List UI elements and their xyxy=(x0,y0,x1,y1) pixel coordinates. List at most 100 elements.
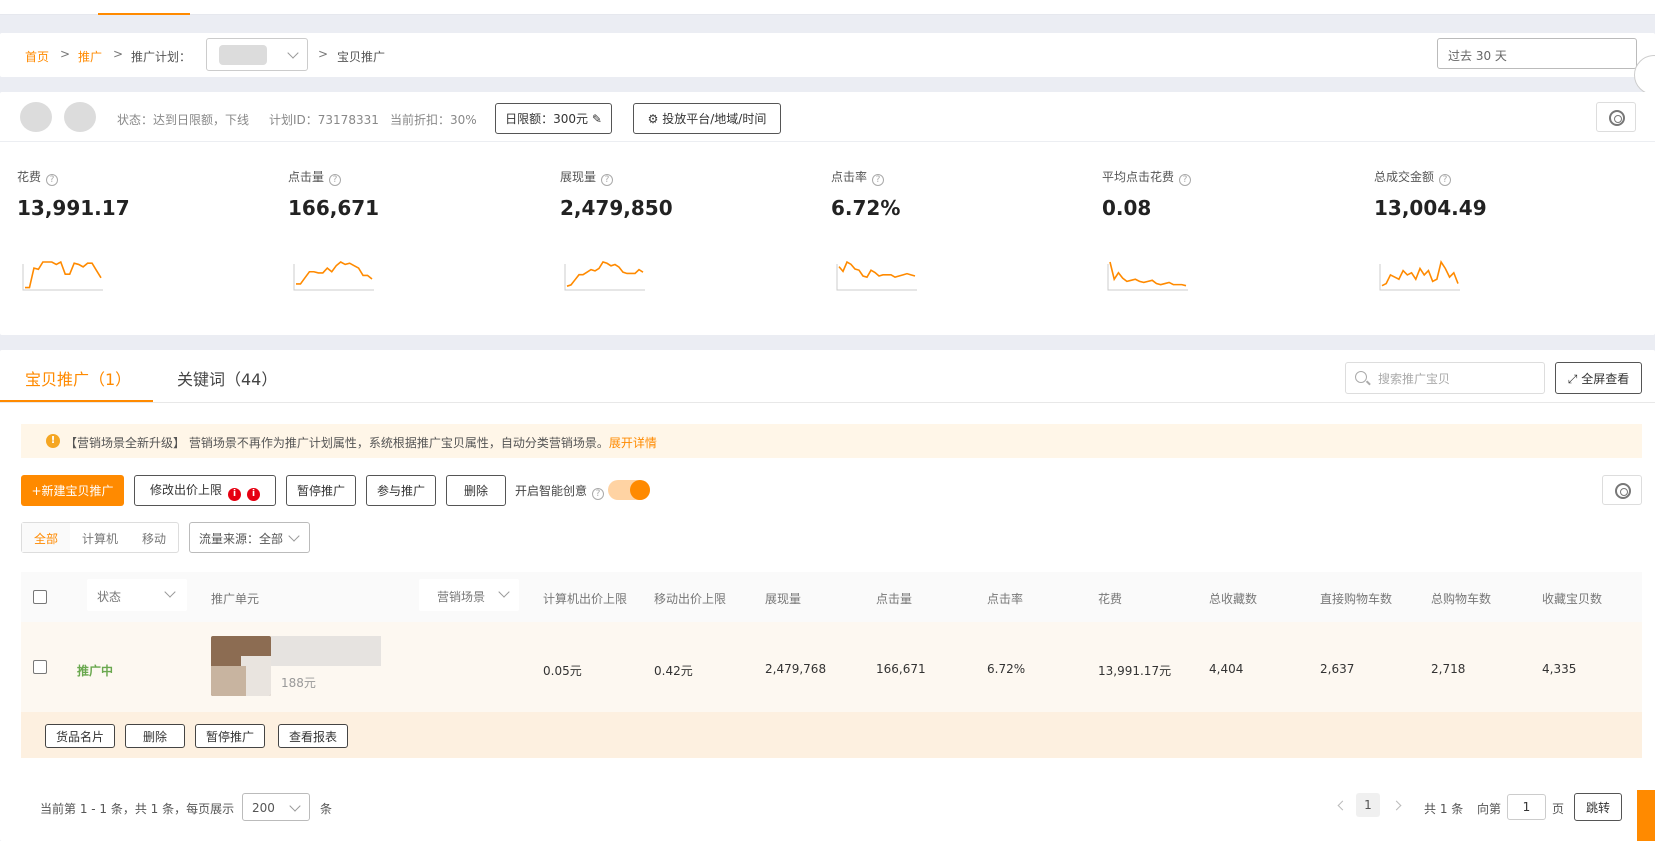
plan-overview-card: 状态：达到日限额，下线 计划ID：73178331 当前折扣：30% 日限额：3… xyxy=(0,92,1655,335)
metric-ctr: 点击率? 6.72% xyxy=(831,168,1061,220)
breadcrumb-home-link[interactable]: 首页 xyxy=(25,48,49,65)
view-report-button[interactable]: 查看报表 xyxy=(278,724,348,748)
table-settings-button[interactable] xyxy=(1602,475,1642,505)
cell-mobile-bid[interactable]: 0.42元 xyxy=(654,662,693,679)
delete-button[interactable]: 删除 xyxy=(446,475,506,506)
row-delete-button[interactable]: 删除 xyxy=(125,724,185,748)
device-filter-all[interactable]: 全部 xyxy=(34,530,58,547)
product-card-button[interactable]: 货品名片 xyxy=(45,724,115,748)
page-size-select[interactable]: 200 xyxy=(242,793,310,821)
column-header[interactable]: 计算机出价上限 xyxy=(543,590,627,607)
tab-keywords[interactable]: 关键词（44） xyxy=(177,366,277,390)
help-icon[interactable]: ? xyxy=(46,174,59,186)
table-header: 状态 推广单元 营销场景 计算机出价上限 移动出价上限 展现量 点击量 点击率 … xyxy=(21,572,1642,622)
chevron-down-icon xyxy=(289,800,301,812)
sparkline-impressions xyxy=(564,261,645,291)
metric-avg-cpc: 平均点击花费? 0.08 xyxy=(1102,168,1332,220)
column-header[interactable]: 直接购物车数 xyxy=(1320,590,1392,607)
plan-discount: 当前折扣：30% xyxy=(390,113,477,127)
metric-label: 总成交金额 xyxy=(1374,170,1435,184)
toggle-knob xyxy=(630,480,650,500)
device-filter-pc[interactable]: 计算机 xyxy=(82,530,118,547)
join-promotion-button[interactable]: 参与推广 xyxy=(366,475,436,506)
search-box xyxy=(1345,362,1545,394)
promotion-list-card: 宝贝推广（1） 关键词（44） ⤢ 全屏查看 ! 【营销场景全新升级】 营销场景… xyxy=(0,350,1655,841)
platform-settings-button[interactable]: ⚙ 投放平台/地域/时间 xyxy=(633,103,781,134)
smart-creative-text: 开启智能创意 xyxy=(515,484,588,498)
gear-icon xyxy=(1609,110,1625,126)
breadcrumb-promote-link[interactable]: 推广 xyxy=(78,48,102,65)
goto-page-unit: 页 xyxy=(1552,802,1565,816)
help-icon[interactable]: ? xyxy=(601,174,614,186)
row-status: 推广中 xyxy=(77,664,114,678)
breadcrumb-separator: > xyxy=(60,47,71,61)
sparkline-clicks xyxy=(293,261,374,291)
select-all-checkbox[interactable] xyxy=(33,590,47,604)
help-icon[interactable]: ? xyxy=(1439,174,1452,186)
side-feedback-tab[interactable] xyxy=(1637,790,1655,841)
metric-value: 166,671 xyxy=(288,196,380,220)
current-page[interactable]: 1 xyxy=(1356,793,1380,817)
notice-details-link[interactable]: 展开详情 xyxy=(609,436,657,450)
help-icon[interactable]: ? xyxy=(329,174,342,186)
row-actions: 货品名片 删除 暂停推广 查看报表 xyxy=(21,712,1642,758)
product-thumbnail[interactable] xyxy=(211,636,271,696)
daily-limit-button[interactable]: 日限额：300元 ✎ xyxy=(495,103,612,134)
top-nav-active-indicator xyxy=(98,13,190,15)
status-filter-select[interactable]: 状态 xyxy=(87,579,187,611)
fullscreen-label: 全屏查看 xyxy=(1581,371,1630,386)
metric-value: 2,479,850 xyxy=(560,196,673,220)
modify-bid-limit-button[interactable]: 修改出价上限 i i xyxy=(134,475,276,506)
blurred-product-title xyxy=(271,636,381,666)
breadcrumb-current: 宝贝推广 xyxy=(337,50,386,64)
metric-label: 平均点击花费 xyxy=(1102,170,1175,184)
page-size-value: 200 xyxy=(252,801,275,815)
scene-filter-select[interactable]: 营销场景 xyxy=(419,579,519,611)
goto-page-input[interactable] xyxy=(1507,794,1546,820)
device-filter-mobile[interactable]: 移动 xyxy=(142,530,166,547)
row-checkbox[interactable] xyxy=(33,660,47,674)
cell-clicks: 166,671 xyxy=(876,662,926,676)
chevron-down-icon xyxy=(287,47,299,59)
column-header[interactable]: 展现量 xyxy=(765,590,801,607)
next-page-icon[interactable] xyxy=(1391,800,1402,811)
smart-creative-toggle[interactable] xyxy=(608,480,650,500)
metric-label: 点击率 xyxy=(831,170,868,184)
help-icon[interactable]: ? xyxy=(1179,174,1192,186)
gear-icon: ⚙ xyxy=(647,112,659,126)
pencil-icon: ✎ xyxy=(591,112,602,126)
prev-page-icon[interactable] xyxy=(1337,800,1348,811)
cell-ctr: 6.72% xyxy=(987,662,1026,676)
jump-button[interactable]: 跳转 xyxy=(1574,793,1622,821)
blurred-avatar xyxy=(20,102,52,132)
search-input[interactable] xyxy=(1378,369,1538,389)
traffic-source-select[interactable]: 流量来源：全部 xyxy=(189,522,310,553)
fullscreen-button[interactable]: ⤢ 全屏查看 xyxy=(1555,362,1642,394)
column-header[interactable]: 总购物车数 xyxy=(1431,590,1491,607)
help-icon[interactable]: ? xyxy=(592,488,605,500)
tab-item-promotion[interactable]: 宝贝推广（1） xyxy=(25,366,131,390)
column-header[interactable]: 总收藏数 xyxy=(1209,590,1257,607)
top-nav-bar xyxy=(0,0,1655,15)
plan-select[interactable] xyxy=(206,38,308,71)
row-pause-button[interactable]: 暂停推广 xyxy=(195,724,265,748)
breadcrumb-separator: > xyxy=(113,47,124,61)
column-header[interactable]: 点击量 xyxy=(876,590,912,607)
column-header[interactable]: 移动出价上限 xyxy=(654,590,726,607)
metric-value: 13,991.17 xyxy=(17,196,130,220)
device-filter: 全部 计算机 移动 xyxy=(21,522,179,553)
tabs-divider xyxy=(0,402,1655,403)
plan-settings-button[interactable] xyxy=(1596,102,1636,132)
pause-promotion-button[interactable]: 暂停推广 xyxy=(286,475,356,506)
date-range-select[interactable]: 过去 30 天 xyxy=(1437,38,1637,69)
help-icon[interactable]: ? xyxy=(872,174,885,186)
column-header[interactable]: 点击率 xyxy=(987,590,1023,607)
cell-pc-bid[interactable]: 0.05元 xyxy=(543,662,582,679)
column-header[interactable]: 收藏宝贝数 xyxy=(1542,590,1602,607)
sparkline-ctr xyxy=(836,260,917,291)
new-promotion-button[interactable]: +新建宝贝推广 xyxy=(21,475,124,506)
platform-settings-label: 投放平台/地域/时间 xyxy=(662,112,767,126)
metric-label: 花费 xyxy=(17,170,42,184)
metric-value: 0.08 xyxy=(1102,196,1152,220)
column-header[interactable]: 花费 xyxy=(1098,590,1122,607)
